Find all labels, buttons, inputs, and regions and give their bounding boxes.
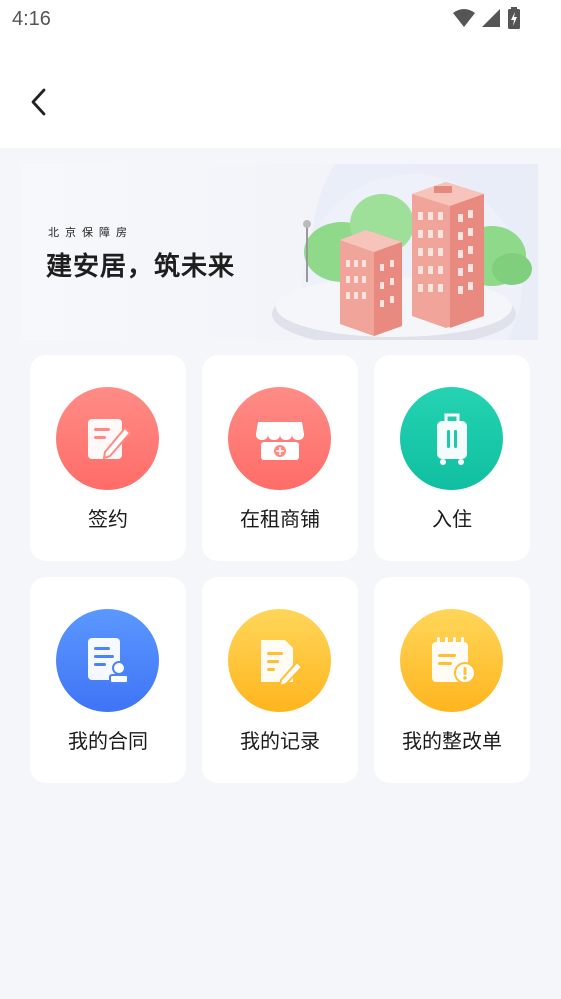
record-icon: [228, 609, 331, 712]
service-label: 在租商铺: [240, 507, 320, 531]
banner-subtitle: 北京保障房: [48, 226, 133, 239]
chevron-left-icon: [31, 88, 46, 116]
battery-icon: [508, 7, 520, 29]
banner-title: 建安居，筑未来: [46, 252, 236, 282]
service-card-rectification[interactable]: 我的整改单: [374, 577, 530, 783]
service-card-record[interactable]: 我的记录: [202, 577, 358, 783]
wifi-icon: [453, 9, 475, 27]
service-label: 我的整改单: [402, 729, 502, 753]
back-button[interactable]: [22, 84, 56, 120]
service-card-sign[interactable]: 签约: [30, 355, 186, 561]
sign-icon: [56, 387, 159, 490]
service-card-contract[interactable]: 我的合同: [30, 577, 186, 783]
rectification-icon: [400, 609, 503, 712]
promo-banner[interactable]: 北京保障房 建安居，筑未来: [22, 164, 538, 340]
luggage-icon: [400, 387, 503, 490]
status-icons: [453, 7, 521, 29]
top-bar: 4:16: [0, 0, 561, 148]
service-card-checkin[interactable]: 入住: [374, 355, 530, 561]
service-label: 签约: [88, 507, 128, 531]
service-label: 我的合同: [68, 729, 148, 753]
service-card-shop[interactable]: 在租商铺: [202, 355, 358, 561]
service-label: 我的记录: [240, 729, 320, 753]
status-time: 4:16: [12, 8, 51, 30]
contract-icon: [56, 609, 159, 712]
buildings-illustration: [272, 164, 538, 340]
service-label: 入住: [432, 507, 472, 531]
shop-icon: [228, 387, 331, 490]
signal-icon: [482, 9, 500, 27]
